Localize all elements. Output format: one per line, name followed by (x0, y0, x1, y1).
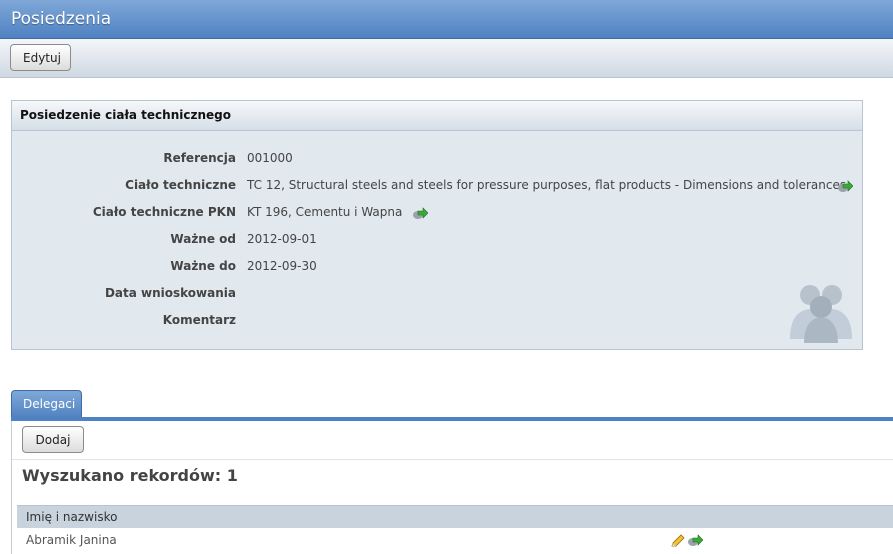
edit-button[interactable]: Edytuj (10, 44, 71, 71)
divider (12, 459, 893, 460)
go-link-icon[interactable] (687, 534, 703, 548)
table-row[interactable]: Abramik Janina (17, 529, 893, 554)
field-label: Ważne do (170, 259, 236, 273)
field-label: Data wnioskowania (104, 286, 236, 300)
delegates-tab-content: Dodaj Wyszukano rekordów: 1 Imię i nazwi… (11, 421, 893, 554)
field-row-valid-to: Ważne do 2012-09-30 (12, 259, 862, 279)
page-title: Posiedzenia (11, 9, 112, 29)
field-row-reference: Referencja 001000 (12, 151, 862, 171)
field-label: Ważne od (170, 232, 236, 246)
go-link-icon[interactable] (412, 207, 428, 221)
go-link-icon[interactable] (837, 180, 853, 194)
field-label: Referencja (163, 151, 236, 165)
records-count: Wyszukano rekordów: 1 (22, 466, 238, 485)
field-label: Ciało techniczne PKN (92, 205, 236, 219)
tab-strip: Delegaci (0, 390, 893, 421)
column-header-label: Imię i nazwisko (26, 510, 118, 524)
add-button[interactable]: Dodaj (22, 426, 84, 453)
field-label: Ciało techniczne (125, 178, 236, 192)
field-row-comment: Komentarz (12, 313, 862, 333)
pencil-icon[interactable] (670, 534, 686, 548)
field-value: 2012-09-30 (247, 259, 317, 273)
field-row-application-date: Data wnioskowania (12, 286, 862, 306)
field-value: 2012-09-01 (247, 232, 317, 246)
field-value: TC 12, Structural steels and steels for … (247, 178, 847, 192)
field-row-technical-body: Ciało techniczne TC 12, Structural steel… (12, 178, 862, 198)
column-header-name[interactable]: Imię i nazwisko (17, 505, 893, 528)
field-label: Komentarz (162, 313, 236, 327)
meeting-details-panel: Posiedzenie ciała technicznego Referencj… (11, 100, 863, 350)
field-value: 001000 (247, 151, 293, 165)
title-bar: Posiedzenia (0, 0, 893, 39)
field-value: KT 196, Cementu i Wapna (247, 205, 403, 219)
tab-delegates[interactable]: Delegaci (11, 390, 82, 418)
toolbar: Edytuj (0, 39, 893, 78)
panel-title: Posiedzenie ciała technicznego (12, 101, 862, 131)
field-row-valid-from: Ważne od 2012-09-01 (12, 232, 862, 252)
field-row-pkn-technical-body: Ciało techniczne PKN KT 196, Cementu i W… (12, 205, 862, 225)
delegate-name: Abramik Janina (26, 533, 117, 547)
people-icon (790, 285, 852, 343)
